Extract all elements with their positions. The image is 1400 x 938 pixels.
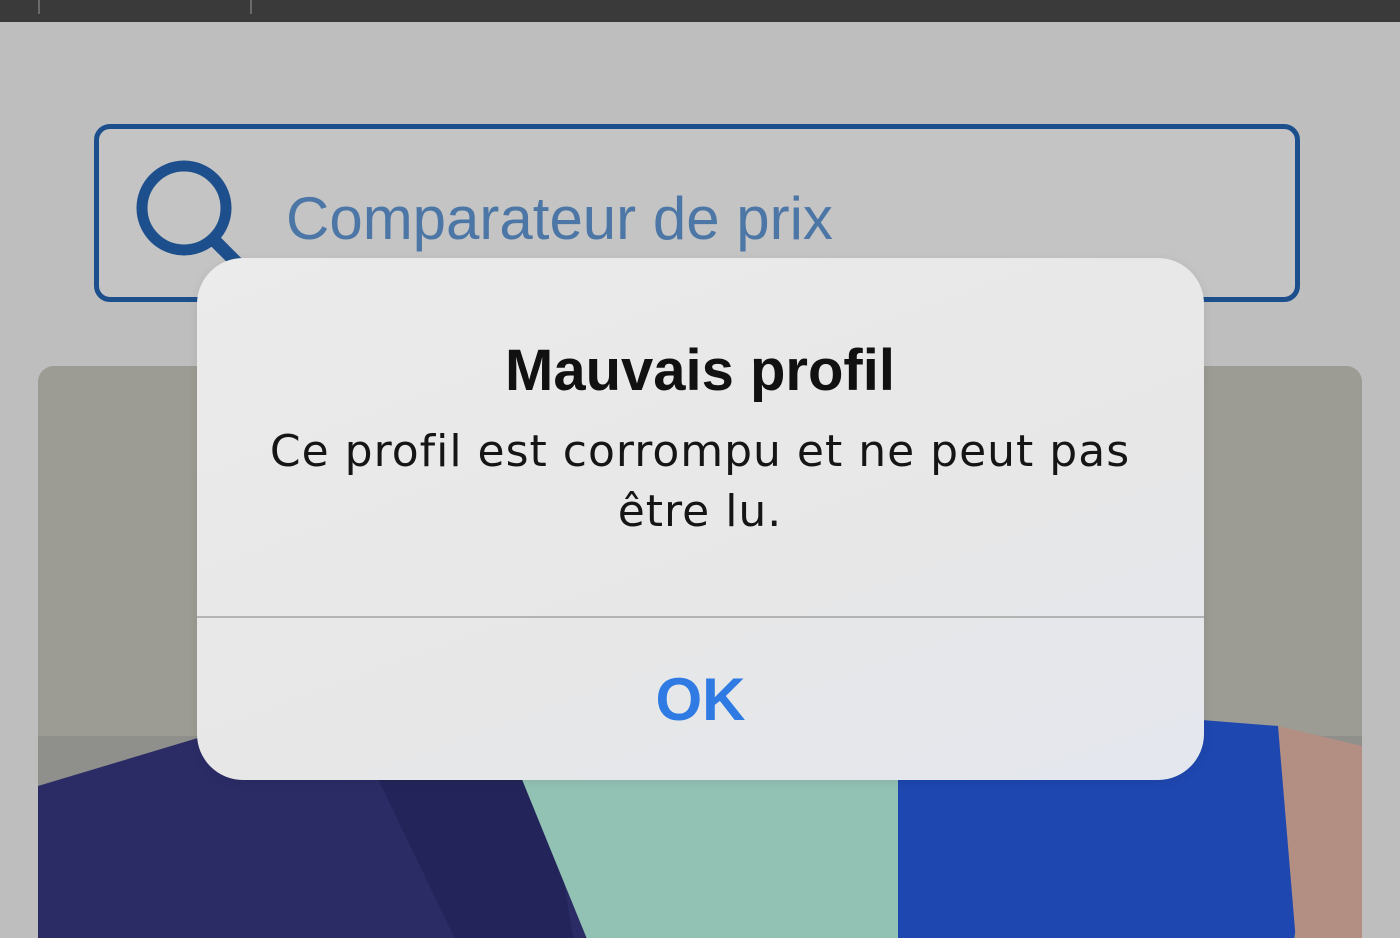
ok-button[interactable]: OK bbox=[197, 618, 1204, 780]
alert-title: Mauvais profil bbox=[505, 338, 895, 403]
alert-message: Ce profil est corrompu et ne peut pas êt… bbox=[269, 426, 1131, 537]
